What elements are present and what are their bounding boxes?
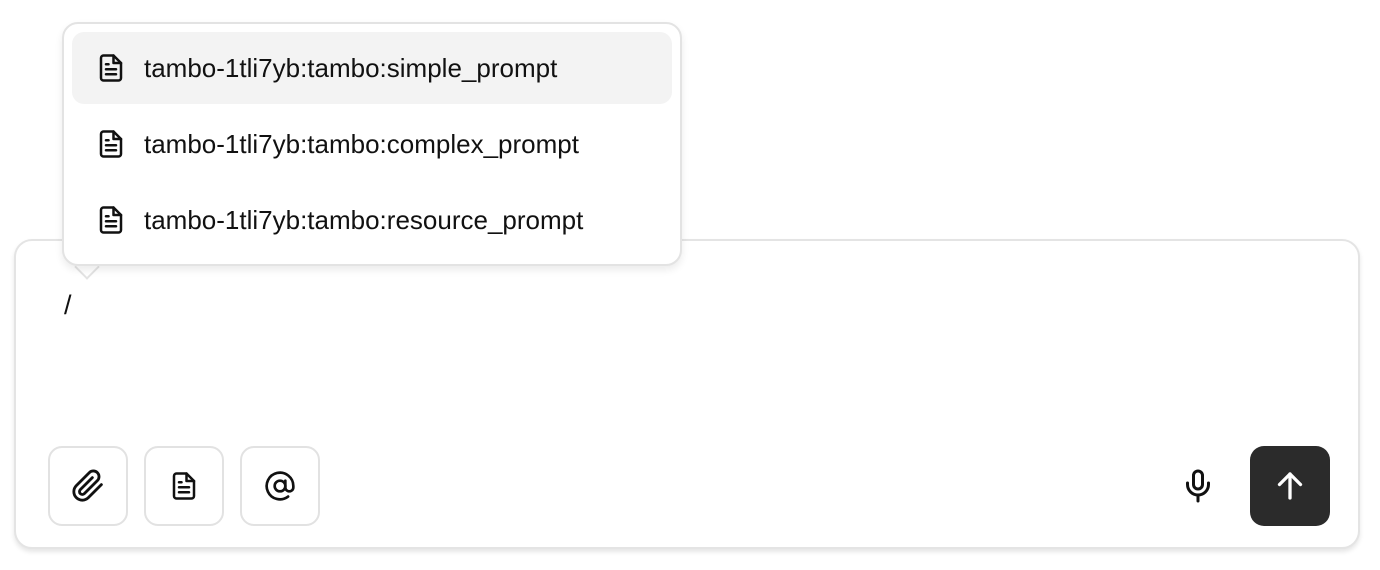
prompt-suggestions-menu: tambo-1tli7yb:tambo:simple_prompt tambo-… (62, 22, 682, 266)
prompt-item-resource[interactable]: tambo-1tli7yb:tambo:resource_prompt (72, 184, 672, 256)
microphone-icon (1186, 469, 1210, 503)
at-sign-icon (265, 471, 295, 501)
file-text-icon (96, 53, 126, 83)
send-button[interactable] (1250, 446, 1330, 526)
message-input[interactable]: / (64, 289, 72, 321)
prompt-item-simple[interactable]: tambo-1tli7yb:tambo:simple_prompt (72, 32, 672, 104)
prompt-item-label: tambo-1tli7yb:tambo:complex_prompt (144, 128, 579, 159)
paperclip-icon (72, 469, 103, 502)
voice-input-button[interactable] (1164, 446, 1232, 526)
attach-file-button[interactable] (48, 446, 128, 526)
arrow-up-icon (1277, 472, 1303, 500)
file-text-icon (96, 129, 126, 159)
message-composer: / (14, 239, 1360, 549)
file-text-icon (172, 472, 196, 500)
file-text-icon (96, 205, 126, 235)
prompt-item-label: tambo-1tli7yb:tambo:simple_prompt (144, 52, 558, 83)
prompt-item-complex[interactable]: tambo-1tli7yb:tambo:complex_prompt (72, 108, 672, 180)
mention-button[interactable] (240, 446, 320, 526)
insert-prompt-button[interactable] (144, 446, 224, 526)
prompt-item-label: tambo-1tli7yb:tambo:resource_prompt (144, 204, 584, 235)
